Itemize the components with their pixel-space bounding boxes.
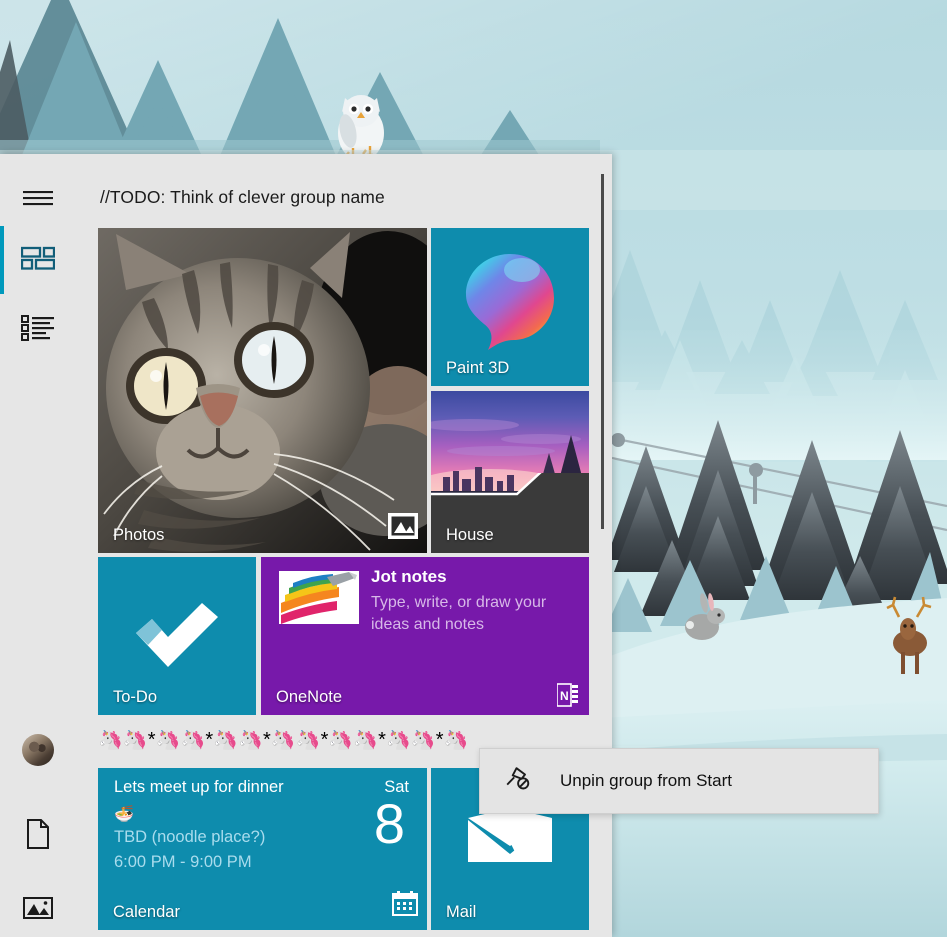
tile-house[interactable]: House (431, 391, 589, 553)
calendar-icon (392, 890, 418, 921)
paint3d-blob-icon (466, 254, 554, 350)
tile-onenote[interactable]: Jot notes Type, write, or draw your idea… (261, 557, 589, 715)
checkmark-icon (136, 603, 218, 667)
document-icon (26, 818, 50, 854)
sidebar-item-account[interactable] (0, 726, 76, 774)
sidebar-item-tiles[interactable] (0, 226, 76, 294)
tile-group-title-2[interactable]: 🦄🦄*🦄🦄*🦄🦄*🦄🦄*🦄🦄*🦄🦄*🦄 (98, 730, 498, 750)
onenote-live-subtitle: Type, write, or draw your ideas and note… (371, 594, 547, 633)
hamburger-menu-icon (22, 188, 54, 213)
start-menu-panel: //TODO: Think of clever group name Photo… (0, 154, 612, 937)
tile-area: //TODO: Think of clever group name Photo… (76, 154, 612, 937)
house-band-slant (431, 473, 589, 513)
pictures-icon (23, 896, 53, 925)
start-menu-left-rail (0, 154, 76, 937)
tile-calendar[interactable]: Lets meet up for dinner 🍜 TBD (noodle pl… (98, 768, 427, 930)
sidebar-item-pictures[interactable] (0, 886, 76, 934)
unpin-icon (504, 765, 532, 798)
onenote-pen-strokes-icon (279, 571, 359, 624)
hamburger-menu-button[interactable] (0, 176, 76, 224)
tile-label: Photos (113, 526, 165, 544)
sidebar-item-all-apps[interactable] (0, 306, 76, 354)
all-apps-list-icon (21, 314, 55, 346)
onenote-logo-icon: N (557, 683, 578, 707)
tile-label: OneNote (276, 688, 343, 706)
calendar-event-title: Lets meet up for dinner (114, 778, 284, 796)
tile-label: Paint 3D (446, 359, 510, 377)
desktop: //TODO: Think of clever group name Photo… (0, 0, 947, 937)
tile-group-title[interactable]: //TODO: Think of clever group name (100, 187, 385, 208)
avatar (22, 734, 54, 766)
cat-photo (98, 228, 427, 553)
onenote-live-title: Jot notes (371, 567, 447, 586)
sidebar-item-documents[interactable] (0, 812, 76, 860)
tile-photos[interactable]: Photos (98, 228, 427, 553)
tile-area-scrollbar[interactable] (601, 174, 604, 529)
tiles-view-icon (20, 246, 56, 275)
context-menu: Unpin group from Start (479, 748, 879, 814)
calendar-event-location: TBD (noodle place?) (114, 828, 266, 846)
context-menu-item-unpin-group[interactable]: Unpin group from Start (480, 749, 878, 813)
context-menu-item-label: Unpin group from Start (560, 771, 732, 790)
tile-label: Calendar (113, 903, 180, 921)
picture-icon (388, 513, 418, 544)
tile-paint-3d[interactable]: Paint 3D (431, 228, 589, 386)
svg-text:N: N (560, 689, 569, 703)
tile-label: Mail (446, 903, 477, 921)
tile-to-do[interactable]: To-Do (98, 557, 256, 715)
envelope-icon (468, 808, 552, 862)
calendar-day-number: 8 (373, 792, 405, 855)
calendar-event-emoji: 🍜 (114, 806, 134, 823)
tile-label: To-Do (113, 688, 158, 706)
calendar-event-time: 6:00 PM - 9:00 PM (114, 853, 252, 871)
tile-label: House (446, 526, 494, 544)
